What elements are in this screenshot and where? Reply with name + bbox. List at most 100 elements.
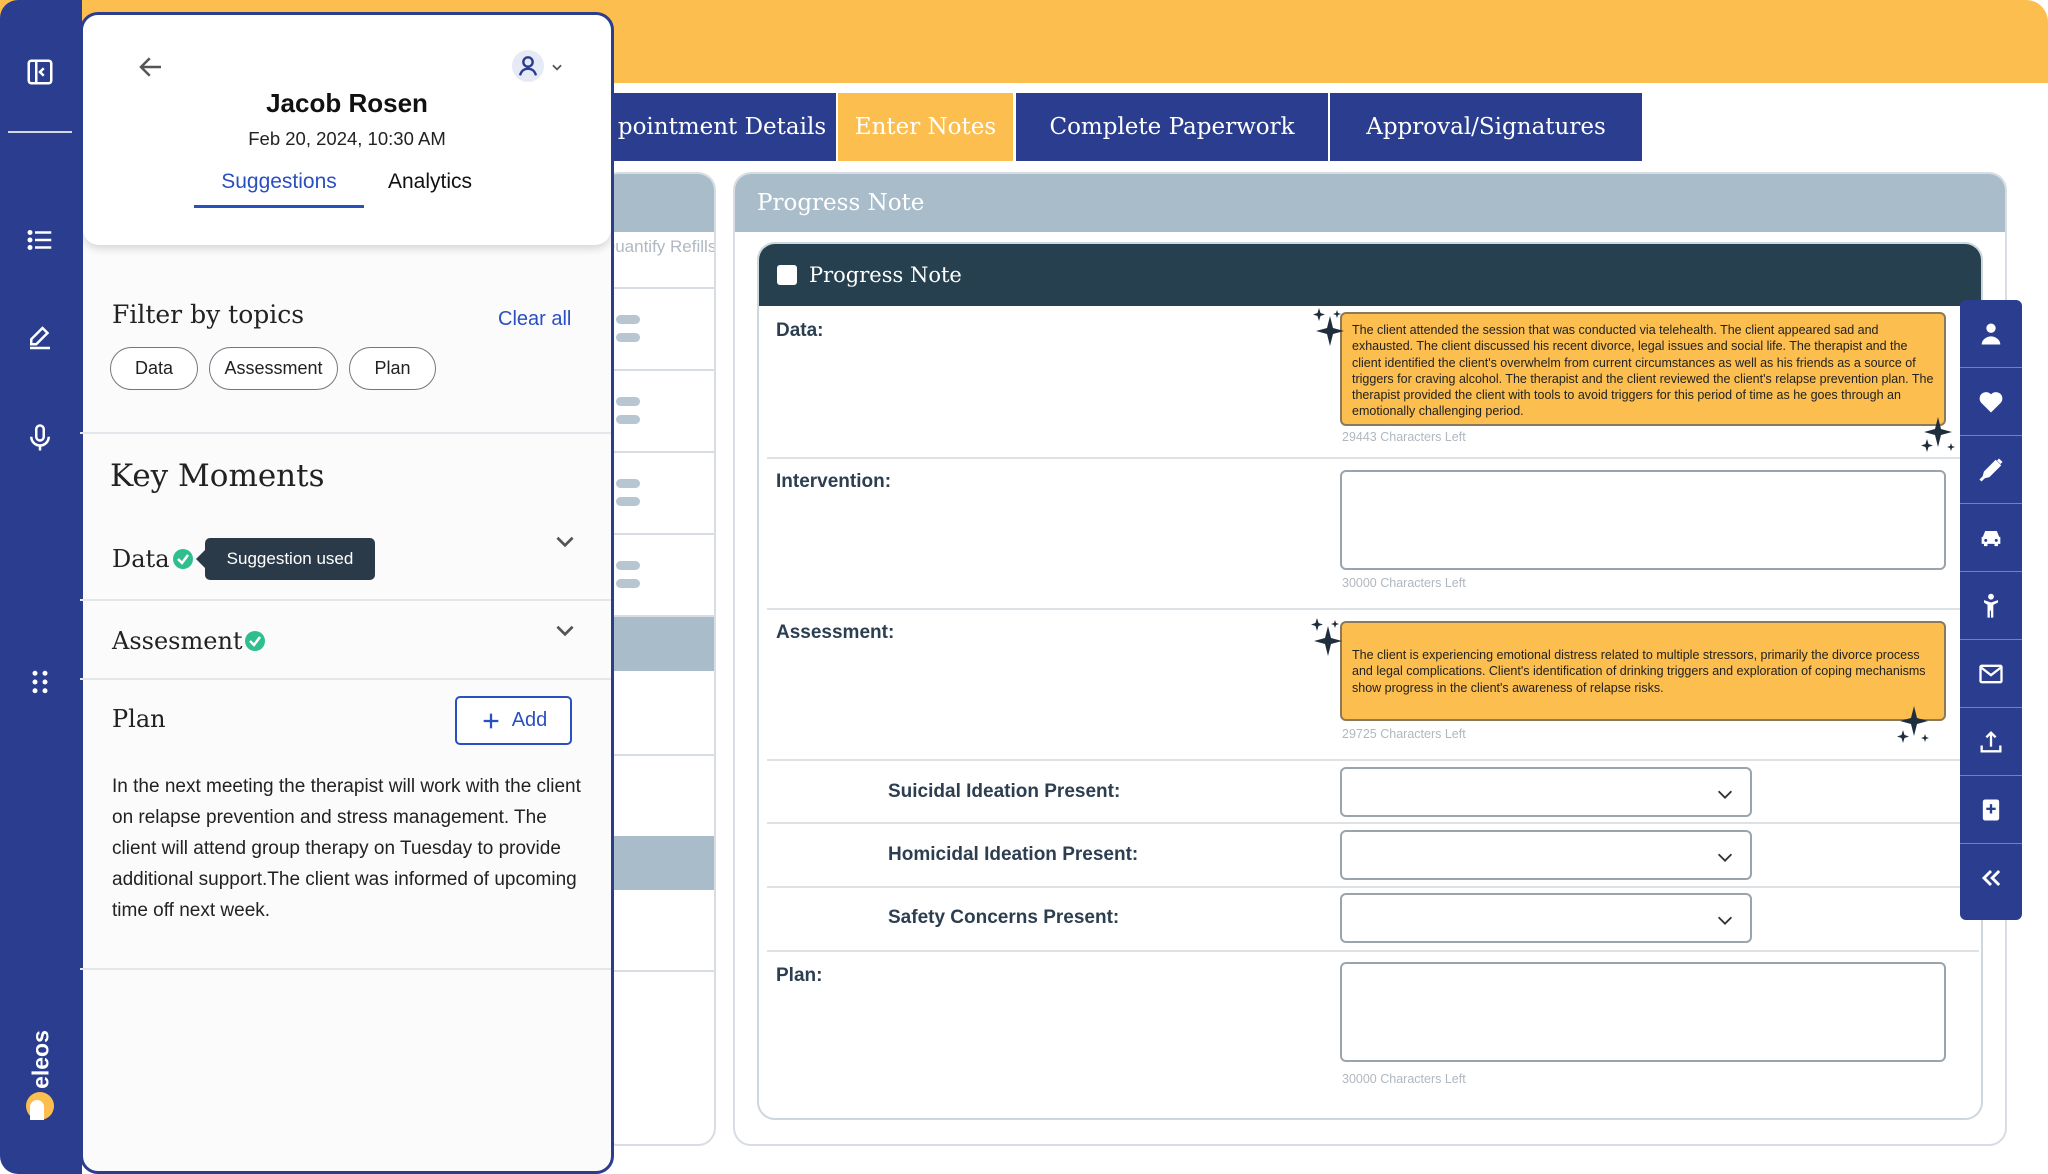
panel-divider — [80, 599, 611, 601]
panel-divider — [80, 968, 611, 970]
mail-icon[interactable] — [1960, 640, 2022, 708]
check-icon — [173, 549, 193, 569]
tab-analytics[interactable]: Analytics — [370, 170, 490, 194]
avatar[interactable] — [26, 1092, 54, 1120]
right-tool-rail — [1960, 300, 2022, 920]
homicidal-ideation-select[interactable] — [1340, 830, 1752, 880]
section-title: Progress Note — [735, 174, 2005, 232]
panel-divider — [80, 432, 611, 434]
ai-sparkle-icon — [1311, 618, 1342, 656]
syringe-icon[interactable] — [1960, 436, 2022, 504]
row-divider — [767, 457, 1979, 459]
add-plan-button[interactable]: Add — [455, 696, 572, 745]
intervention-chars-left: 30000 Characters Left — [1342, 576, 1466, 590]
panel-divider — [80, 678, 611, 680]
brand-wordmark: eleos — [27, 1030, 54, 1089]
appointment-column: Quantify Refills — [600, 172, 716, 1146]
suggestion-used-tooltip: Suggestion used — [196, 538, 375, 580]
plan-chars-left: 30000 Characters Left — [1342, 1072, 1466, 1086]
chevron-down-icon[interactable] — [552, 617, 578, 643]
key-moment-data[interactable]: Data — [112, 545, 170, 573]
microphone-icon[interactable] — [20, 418, 60, 458]
row-divider — [767, 950, 1979, 952]
key-moments-title: Key Moments — [110, 458, 325, 494]
data-textarea[interactable]: The client attended the session that was… — [1340, 312, 1946, 426]
tab-label: pointment Details — [617, 114, 827, 140]
progress-note-checkbox[interactable] — [777, 265, 797, 285]
table-row — [602, 174, 714, 289]
data-label: Data: — [776, 320, 824, 341]
plus-icon — [483, 713, 499, 728]
assessment-chars-left: 29725 Characters Left — [1342, 727, 1466, 741]
table-row — [602, 371, 714, 453]
person-standing-icon[interactable] — [1960, 572, 2022, 640]
person-icon[interactable] — [1960, 300, 2022, 368]
chevron-down-icon — [1717, 916, 1733, 925]
plan-field-label: Plan: — [776, 965, 823, 986]
heart-icon[interactable] — [1960, 368, 2022, 436]
data-chars-left: 29443 Characters Left — [1342, 430, 1466, 444]
safety-concerns-select[interactable] — [1340, 893, 1752, 943]
ai-sparkle-icon — [1921, 417, 1955, 452]
user-menu[interactable] — [512, 50, 570, 84]
tab-enter-notes[interactable]: Enter Notes — [838, 93, 1013, 161]
row-divider — [767, 759, 1979, 761]
apps-grid-icon[interactable] — [20, 662, 60, 702]
chevron-down-icon — [1717, 853, 1733, 862]
tab-approval-signatures[interactable]: Approval/Signatures — [1330, 93, 1642, 161]
column-band — [602, 617, 714, 671]
row-divider — [767, 608, 1979, 610]
list-icon[interactable] — [20, 220, 60, 260]
homicidal-ideation-label: Homicidal Ideation Present: — [888, 844, 1139, 865]
column-band — [602, 836, 714, 890]
intervention-textarea[interactable] — [1340, 470, 1946, 570]
tab-label: Enter Notes — [854, 114, 997, 140]
tab-suggestions[interactable]: Suggestions — [194, 170, 364, 194]
tab-appointment-details[interactable]: pointment Details — [608, 93, 836, 161]
table-row — [602, 535, 714, 617]
active-tab-indicator — [194, 205, 364, 208]
check-icon — [245, 631, 265, 651]
eleos-logo: eleos — [26, 1030, 56, 1090]
ai-sparkle-icon — [1897, 706, 1929, 743]
table-row — [602, 890, 714, 972]
filter-title: Filter by topics — [112, 300, 305, 329]
row-divider — [767, 886, 1979, 888]
row-divider — [767, 822, 1979, 824]
intervention-label: Intervention: — [776, 471, 892, 492]
pencil-icon[interactable] — [20, 318, 60, 358]
chevron-down-icon — [552, 64, 562, 71]
suicidal-ideation-label: Suicidal Ideation Present: — [888, 781, 1121, 802]
table-row — [602, 289, 714, 371]
car-icon[interactable] — [1960, 504, 2022, 572]
session-datetime: Feb 20, 2024, 10:30 AM — [248, 128, 446, 149]
back-arrow-icon[interactable] — [136, 52, 166, 82]
plan-textarea[interactable] — [1340, 962, 1946, 1062]
user-icon — [512, 50, 544, 82]
collapse-sidebar-icon[interactable] — [20, 52, 60, 92]
chevron-down-icon[interactable] — [552, 528, 578, 554]
topic-filter-assessment[interactable]: Assessment — [209, 347, 338, 390]
left-nav: eleos — [0, 0, 82, 1174]
tab-label: Complete Paperwork — [1049, 114, 1295, 140]
progress-note-title: Progress Note — [809, 263, 962, 287]
suicidal-ideation-select[interactable] — [1340, 767, 1752, 817]
key-moment-assessment[interactable]: Assesment — [112, 627, 243, 655]
upload-icon[interactable] — [1960, 708, 2022, 776]
chevron-down-icon — [1717, 790, 1733, 799]
assessment-label: Assessment: — [776, 622, 895, 643]
plan-label: Plan — [112, 705, 166, 733]
assessment-textarea[interactable]: The client is experiencing emotional dis… — [1340, 621, 1946, 721]
topic-filter-plan[interactable]: Plan — [349, 347, 436, 390]
tab-complete-paperwork[interactable]: Complete Paperwork — [1016, 93, 1328, 161]
medical-book-icon[interactable] — [1960, 776, 2022, 844]
safety-concerns-label: Safety Concerns Present: — [888, 907, 1120, 928]
client-name: Jacob Rosen — [266, 88, 428, 118]
table-row — [602, 453, 714, 535]
progress-note-header: Progress Note — [759, 244, 1981, 306]
ai-sparkle-icon — [1313, 308, 1344, 346]
clear-all-link[interactable]: Clear all — [498, 308, 571, 331]
topic-filter-data[interactable]: Data — [110, 347, 198, 390]
double-chevron-left-icon[interactable] — [1960, 844, 2022, 912]
plan-suggestion-text: In the next meeting the therapist will w… — [112, 776, 581, 921]
